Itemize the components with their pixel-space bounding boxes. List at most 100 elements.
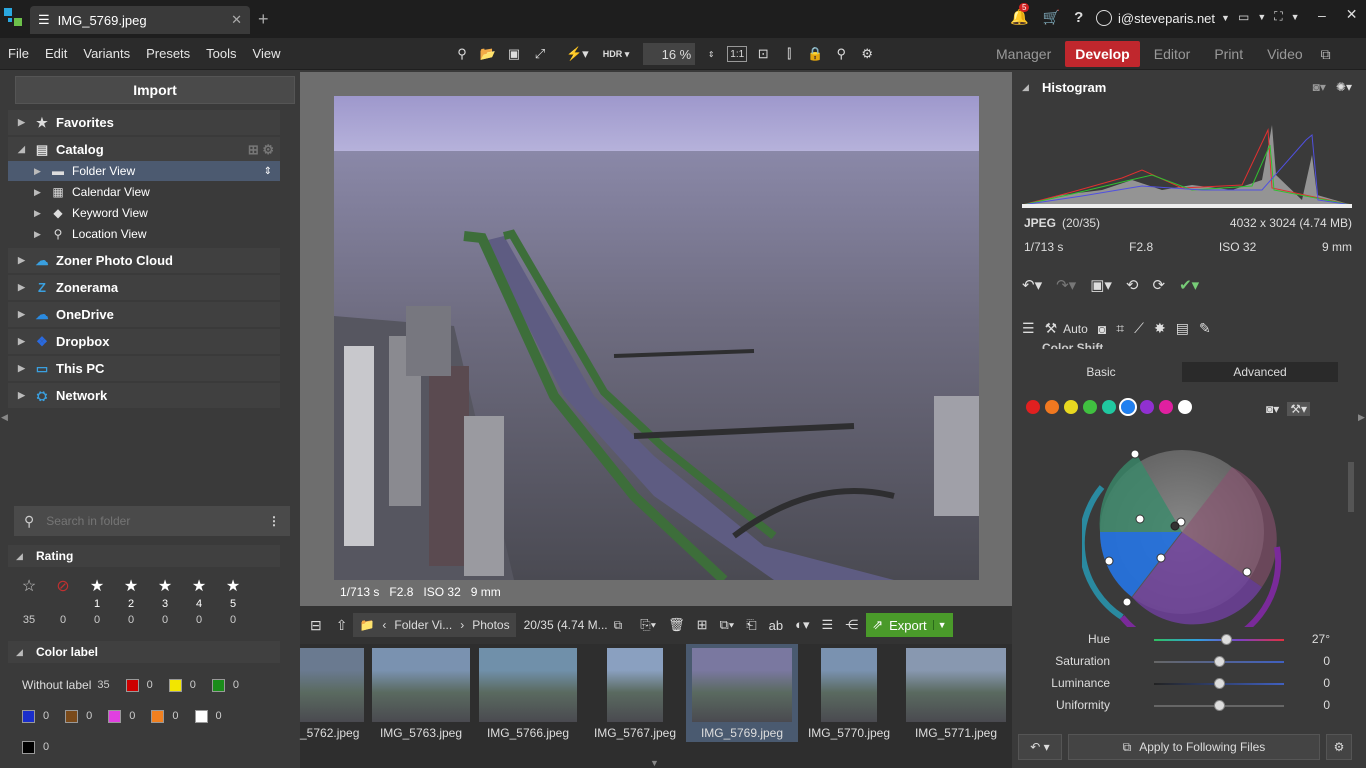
left-panel-collapse-icon[interactable]: ◀ [1, 412, 8, 423]
tree-item-network[interactable]: ▶ ⛭ Network [8, 383, 280, 408]
menu-edit[interactable]: Edit [37, 46, 75, 61]
retouch-icon[interactable]: ✸ [1154, 320, 1166, 337]
tab-close-icon[interactable]: ✕ [231, 12, 242, 28]
tree-item-zonerama[interactable]: ▶ Z Zonerama [8, 275, 280, 300]
crop-icon[interactable]: ⌗ [1116, 320, 1124, 337]
color-label-item[interactable]: 0 [22, 740, 49, 754]
search-box[interactable]: ⚲ ⋮ [14, 506, 290, 536]
expand-icon[interactable]: ▶ [18, 117, 28, 128]
sliders-icon[interactable]: ☰ [1022, 320, 1035, 337]
slider-knob[interactable] [1214, 678, 1225, 689]
account-dropdown-icon[interactable]: ▼ [1221, 13, 1230, 23]
gradient-icon[interactable]: ▤ [1176, 320, 1189, 337]
preset-icon[interactable]: ◐▾ [795, 617, 809, 633]
histogram-camera-icon[interactable]: ◙▾ [1313, 80, 1326, 94]
external-window-icon[interactable]: ⧉ [1321, 46, 1331, 63]
menu-tools[interactable]: Tools [198, 46, 244, 61]
color-swatch[interactable] [1064, 400, 1078, 414]
tree-item-calendar-view[interactable]: ▶ ▦ Calendar View [8, 182, 280, 202]
color-swatch[interactable] [1140, 400, 1154, 414]
filmstrip-scroll-handle-icon[interactable]: ▼ [650, 758, 659, 768]
filmstrip-thumbnail[interactable] [479, 648, 577, 722]
expand-icon[interactable]: ▶ [34, 208, 44, 219]
perspective-icon[interactable]: ⟋ [1134, 320, 1144, 337]
color-swatch[interactable] [1102, 400, 1116, 414]
apply-following-button[interactable]: ⧉ Apply to Following Files [1068, 734, 1320, 760]
new-tab-button[interactable]: + [258, 9, 269, 30]
undo-icon[interactable]: ↶▾ [1022, 276, 1042, 294]
color-label-item[interactable]: 0 [22, 709, 49, 723]
color-swatch[interactable] [1026, 400, 1040, 414]
save-check-icon[interactable]: ✔▾ [1179, 276, 1199, 294]
panel-settings-button[interactable]: ⚙ [1326, 734, 1352, 760]
slider-knob[interactable] [1214, 700, 1225, 711]
export-dropdown-icon[interactable]: ▼ [932, 620, 947, 630]
mode-print[interactable]: Print [1204, 41, 1253, 67]
slider-knob[interactable] [1220, 634, 1232, 645]
picker-camera-icon[interactable]: ◙▾ [1266, 402, 1279, 416]
menu-file[interactable]: File [0, 46, 37, 61]
color-label-item[interactable]: 0 [108, 709, 135, 723]
filmstrip-thumbnail[interactable] [607, 648, 663, 722]
copy-path-icon[interactable]: ⧉ [614, 618, 623, 633]
filmstrip-thumbnail[interactable] [300, 648, 364, 722]
expand-icon[interactable]: ⤢ [530, 43, 550, 65]
main-photo[interactable] [334, 96, 979, 580]
color-swatch[interactable] [1159, 400, 1173, 414]
tree-item-zoner-photo-cloud[interactable]: ▶ ☁ Zoner Photo Cloud [8, 248, 280, 273]
settings-image-icon[interactable]: ⚙ [857, 43, 877, 65]
rating-5-star-icon[interactable]: ★ [216, 576, 250, 596]
tree-item-onedrive[interactable]: ▶ ☁ OneDrive [8, 302, 280, 327]
rating-header[interactable]: ◢ Rating [8, 545, 280, 567]
color-swatch[interactable] [1178, 400, 1192, 414]
up-folder-icon[interactable]: ⇧ [336, 617, 348, 634]
help-icon[interactable]: ? [1074, 9, 1083, 26]
paste-icon[interactable]: ⎗ [746, 617, 756, 633]
fullscreen-dropdown-icon[interactable]: ▼ [1291, 12, 1300, 22]
select-icon[interactable]: ⊟ [310, 617, 322, 634]
rotate-left-icon[interactable]: ⟲ [1126, 276, 1139, 294]
rating-rejected-icon[interactable]: ⊘ [46, 576, 80, 596]
flash-icon[interactable]: ⚡▾ [566, 43, 589, 65]
mode-editor[interactable]: Editor [1144, 41, 1201, 67]
camera-icon[interactable]: ◙ [1098, 321, 1106, 337]
minimize-button[interactable]: – [1318, 7, 1326, 23]
zoom-1-1-button[interactable]: 1:1 [727, 46, 748, 62]
rating-3-star-icon[interactable]: ★ [148, 576, 182, 596]
tree-item-this-pc[interactable]: ▶ ▭ This PC [8, 356, 280, 381]
expand-icon[interactable]: ▶ [18, 336, 28, 347]
expand-icon[interactable]: ▶ [34, 229, 44, 240]
lock-icon[interactable]: 🔒 [805, 43, 825, 65]
sort-icon[interactable]: ⇕ [264, 166, 280, 177]
color-label-item[interactable]: 0 [211, 678, 239, 692]
zoom-field[interactable]: 16 % [643, 43, 696, 65]
color-swatch[interactable] [1045, 400, 1059, 414]
cart-icon[interactable]: 🛒 [1043, 9, 1060, 26]
tab-advanced[interactable]: Advanced [1182, 362, 1338, 382]
color-swatch[interactable] [1083, 400, 1097, 414]
monitor-icon[interactable]: ▭ [1238, 10, 1249, 24]
color-wheel[interactable] [1078, 447, 1282, 653]
color-label-item[interactable]: 0 [168, 678, 196, 692]
image-icon[interactable]: ▣ [504, 43, 524, 65]
redo-icon[interactable]: ↷▾ [1056, 276, 1076, 294]
without-label[interactable]: Without label [22, 678, 91, 692]
rating-1-star-icon[interactable]: ★ [80, 576, 114, 596]
close-button[interactable]: ✕ [1346, 6, 1358, 23]
color-label-item[interactable]: 0 [151, 709, 179, 723]
open-folder-icon[interactable]: 📂 [478, 43, 498, 65]
tree-item-keyword-view[interactable]: ▶ ◆ Keyword View [8, 203, 280, 223]
breadcrumb-back-icon[interactable]: ‹ [382, 618, 386, 632]
right-panel-collapse-icon[interactable]: ▶ [1358, 412, 1365, 423]
search-input[interactable] [46, 514, 256, 528]
adjust-icon[interactable]: ☰ [822, 617, 834, 633]
rating-4-star-icon[interactable]: ★ [182, 576, 216, 596]
menu-presets[interactable]: Presets [138, 46, 198, 61]
mode-manager[interactable]: Manager [986, 41, 1061, 67]
color-label-item[interactable]: 0 [194, 709, 222, 723]
filmstrip-thumbnail[interactable] [372, 648, 470, 722]
slider-track[interactable] [1154, 639, 1284, 641]
brush-icon[interactable]: ✎ [1199, 320, 1211, 337]
tree-item-folder-view[interactable]: ▶ ▬ Folder View ⇕ [8, 161, 280, 181]
monitor-dropdown-icon[interactable]: ▼ [1257, 12, 1266, 22]
